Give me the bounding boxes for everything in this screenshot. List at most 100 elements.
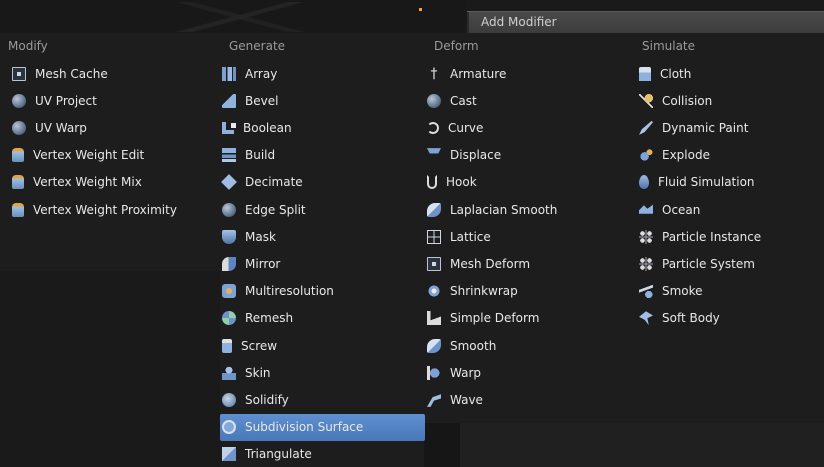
- menu-item-simple-deform[interactable]: Simple Deform: [425, 305, 635, 332]
- menu-item-smooth[interactable]: Smooth: [425, 332, 635, 359]
- menu-item-label: Solidify: [245, 392, 289, 407]
- menu-item-shrinkwrap[interactable]: Shrinkwrap: [425, 278, 635, 305]
- menu-item-bevel[interactable]: Bevel: [220, 87, 425, 114]
- menu-item-armature[interactable]: † Armature: [425, 60, 635, 87]
- warp-icon: [427, 365, 441, 380]
- menu-item-smoke[interactable]: Smoke: [637, 278, 822, 305]
- menu-item-label: Decimate: [245, 175, 303, 190]
- menu-item-build[interactable]: Build: [220, 142, 425, 169]
- menu-item-label: Cast: [450, 93, 477, 108]
- menu-item-multiresolution[interactable]: Multiresolution: [220, 278, 425, 305]
- menu-item-triangulate[interactable]: Triangulate: [220, 441, 425, 467]
- skin-icon: [222, 365, 236, 380]
- menu-item-label: Boolean: [243, 120, 292, 135]
- menu-item-collision[interactable]: Collision: [637, 87, 822, 114]
- menu-item-label: Hook: [446, 175, 477, 190]
- explode-icon: [639, 148, 653, 163]
- menu-item-decimate[interactable]: Decimate: [220, 169, 425, 196]
- menu-item-edge-split[interactable]: Edge Split: [220, 196, 425, 223]
- menu-item-label: Cloth: [660, 66, 692, 81]
- column-heading: Deform: [434, 39, 479, 53]
- menu-item-label: Particle Instance: [662, 229, 762, 244]
- cursor-marker: [419, 8, 422, 11]
- menu-item-label: Array: [245, 66, 278, 81]
- menu-item-label: Simple Deform: [450, 311, 540, 326]
- menu-item-uv-project[interactable]: UV Project: [12, 87, 220, 114]
- menu-item-label: Mesh Deform: [450, 256, 531, 271]
- menu-item-label: Laplacian Smooth: [450, 202, 558, 217]
- menu-item-vertex-weight-mix[interactable]: Vertex Weight Mix: [12, 169, 220, 196]
- menu-item-mirror[interactable]: Mirror: [220, 250, 425, 277]
- cloth-icon: [639, 66, 651, 81]
- menu-item-lattice[interactable]: Lattice: [425, 223, 635, 250]
- menu-item-label: Armature: [450, 66, 507, 81]
- menu-item-label: Vertex Weight Edit: [33, 148, 145, 163]
- menu-item-label: Remesh: [245, 311, 294, 326]
- menu-item-solidify[interactable]: Solidify: [220, 386, 425, 413]
- panel-shade: [424, 423, 464, 467]
- menu-item-vertex-weight-edit[interactable]: Vertex Weight Edit: [12, 142, 220, 169]
- menu-item-label: Smooth: [450, 338, 497, 353]
- menu-item-mask[interactable]: Mask: [220, 223, 425, 250]
- menu-item-skin[interactable]: Skin: [220, 359, 425, 386]
- menu-item-label: Explode: [662, 148, 710, 163]
- menu-item-laplacian-smooth[interactable]: Laplacian Smooth: [425, 196, 635, 223]
- editor-header: Add Modifier: [0, 0, 824, 34]
- menu-item-label: Soft Body: [662, 311, 720, 326]
- panel-shade: [460, 423, 824, 467]
- header-decoration: [20, 2, 460, 32]
- menu-item-boolean[interactable]: Boolean: [220, 114, 425, 141]
- menu-item-array[interactable]: Array: [220, 60, 425, 87]
- menu-item-label: Vertex Weight Proximity: [33, 202, 177, 217]
- menu-item-wave[interactable]: Wave: [425, 386, 635, 413]
- menu-item-displace[interactable]: Displace: [425, 142, 635, 169]
- mesh-deform-icon: [427, 256, 441, 271]
- menu-item-subdivision-surface[interactable]: Subdivision Surface: [220, 413, 425, 441]
- menu-item-label: Triangulate: [245, 447, 312, 462]
- menu-item-particle-system[interactable]: Particle System: [637, 250, 822, 277]
- vertex-weight-edit-icon: [12, 148, 24, 163]
- menu-item-label: Mesh Cache: [35, 66, 108, 81]
- menu-item-mesh-cache[interactable]: Mesh Cache: [12, 60, 220, 87]
- menu-item-vertex-weight-proximity[interactable]: Vertex Weight Proximity: [12, 196, 220, 223]
- menu-item-explode[interactable]: Explode: [637, 142, 822, 169]
- menu-item-uv-warp[interactable]: UV Warp: [12, 114, 220, 141]
- triangulate-icon: [222, 447, 236, 462]
- shrinkwrap-icon: [427, 284, 441, 299]
- menu-item-cast[interactable]: Cast: [425, 87, 635, 114]
- menu-item-mesh-deform[interactable]: Mesh Deform: [425, 250, 635, 277]
- menu-item-label: Subdivision Surface: [245, 420, 364, 435]
- ocean-icon: [639, 204, 653, 214]
- menu-item-particle-instance[interactable]: Particle Instance: [637, 223, 822, 250]
- menu-item-curve[interactable]: Curve: [425, 114, 635, 141]
- menu-item-warp[interactable]: Warp: [425, 359, 635, 386]
- menu-item-label: Fluid Simulation: [658, 175, 755, 190]
- smooth-icon: [427, 338, 441, 353]
- menu-item-label: Collision: [662, 93, 713, 108]
- solidify-icon: [222, 392, 236, 407]
- menu-item-label: UV Warp: [35, 120, 87, 135]
- menu-item-label: Particle System: [662, 256, 755, 271]
- vertex-weight-mix-icon: [12, 175, 24, 190]
- menu-item-soft-body[interactable]: Soft Body: [637, 305, 822, 332]
- uv-project-icon: [12, 93, 26, 108]
- menu-item-label: Skin: [245, 365, 271, 380]
- menu-item-screw[interactable]: Screw: [220, 332, 425, 359]
- menu-item-label: Vertex Weight Mix: [33, 175, 142, 190]
- column-heading: Simulate: [642, 39, 696, 53]
- menu-item-label: Mirror: [245, 256, 281, 271]
- smoke-icon: [639, 284, 653, 299]
- menu-item-dynamic-paint[interactable]: Dynamic Paint: [637, 114, 822, 141]
- menu-item-label: Build: [245, 148, 276, 163]
- menu-item-remesh[interactable]: Remesh: [220, 305, 425, 332]
- menu-item-hook[interactable]: Hook: [425, 169, 635, 196]
- menu-item-ocean[interactable]: Ocean: [637, 196, 822, 223]
- particle-instance-icon: [639, 229, 653, 244]
- screw-icon: [222, 338, 232, 353]
- particle-system-icon: [639, 256, 653, 271]
- decimate-icon: [221, 174, 237, 191]
- cast-icon: [427, 93, 441, 108]
- menu-item-fluid-simulation[interactable]: Fluid Simulation: [637, 169, 822, 196]
- remesh-icon: [222, 311, 236, 326]
- menu-item-cloth[interactable]: Cloth: [637, 60, 822, 87]
